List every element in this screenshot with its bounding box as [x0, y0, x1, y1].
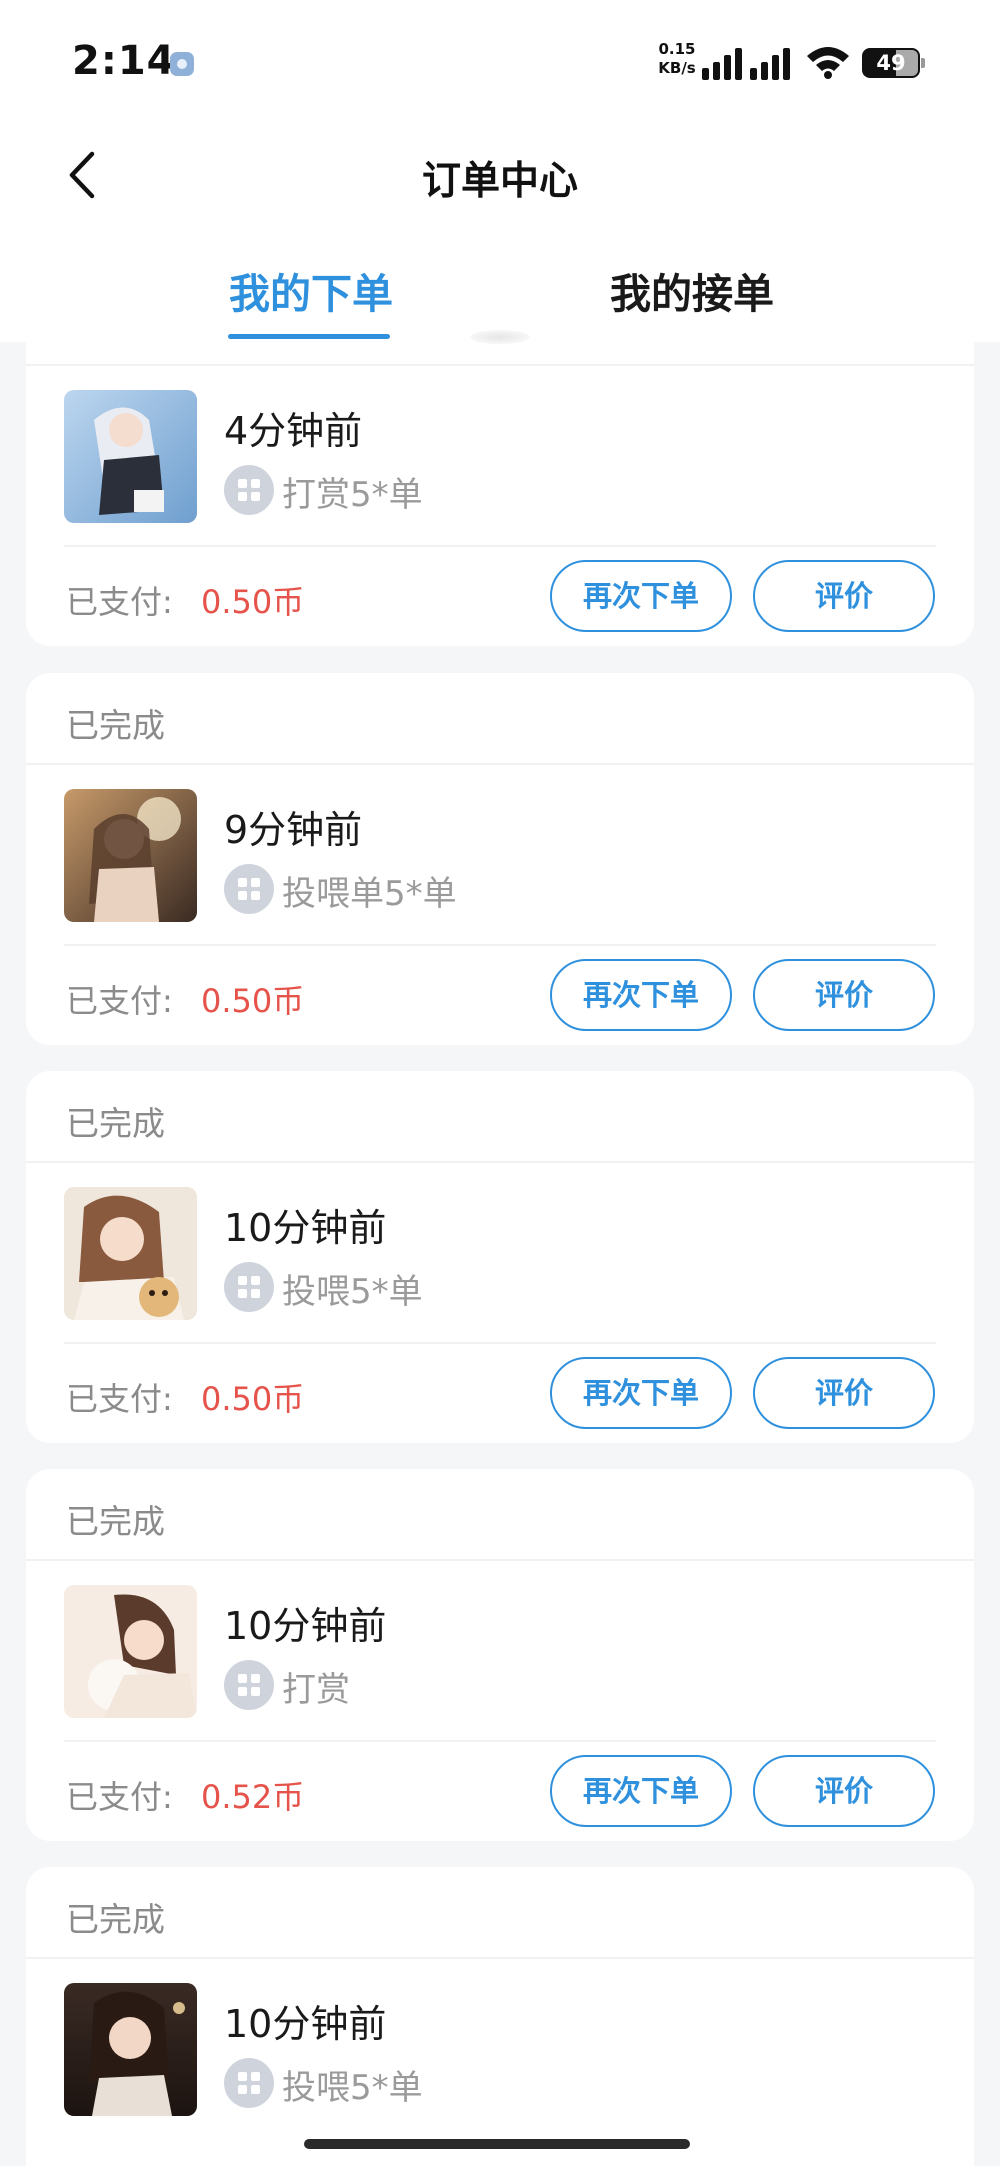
order-card[interactable]: 已完成 10分钟前 打赏 已支付: 0.52币 再次下单 评价: [26, 1469, 974, 1841]
paid-amount: 0.50币: [201, 982, 305, 1020]
divider: [26, 364, 974, 366]
reorder-button[interactable]: 再次下单: [550, 1357, 732, 1429]
service-name: 打赏: [282, 1670, 350, 1710]
order-status: 已完成: [66, 1104, 165, 1143]
order-time: 10分钟前: [224, 1604, 387, 1648]
net-speed-unit: KB/s: [658, 59, 696, 77]
order-time: 4分钟前: [224, 409, 363, 453]
order-status: 已完成: [66, 706, 165, 745]
header: 2:14 0.15 KB/s 49 订单中心 我的下单 我的接单: [0, 0, 1000, 344]
review-button[interactable]: 评价: [753, 560, 935, 632]
net-speed: 0.15 KB/s: [655, 40, 699, 78]
review-button[interactable]: 评价: [753, 1755, 935, 1827]
order-status: 已完成: [66, 1502, 165, 1541]
order-card[interactable]: 已完成 10分钟前 投喂5*单 已支付: 0.50币 再次下单 评价: [26, 1071, 974, 1443]
signal-icon: [702, 46, 742, 80]
service-name: 投喂单5*单: [282, 874, 457, 914]
tab-my-orders[interactable]: 我的下单: [229, 260, 393, 320]
service-name: 投喂5*单: [282, 1272, 423, 1312]
home-indicator[interactable]: [304, 2139, 690, 2149]
order-status: 已完成: [66, 1900, 165, 1939]
battery-level: 49: [876, 51, 906, 75]
active-tab-indicator: [228, 334, 390, 339]
tab-shadow: [470, 330, 530, 344]
review-button[interactable]: 评价: [753, 1357, 935, 1429]
signal-icon: [750, 46, 790, 80]
divider: [64, 1342, 936, 1344]
avatar[interactable]: [64, 390, 197, 523]
notification-icon: [170, 52, 194, 76]
order-time: 10分钟前: [224, 2002, 387, 2046]
battery-cap: [921, 58, 925, 68]
avatar[interactable]: [64, 1983, 197, 2116]
divider: [26, 1559, 974, 1561]
reorder-button[interactable]: 再次下单: [550, 560, 732, 632]
status-bar: 2:14 0.15 KB/s 49: [0, 0, 1000, 120]
reorder-button[interactable]: 再次下单: [550, 959, 732, 1031]
grid-icon: [224, 864, 274, 914]
order-time: 10分钟前: [224, 1206, 387, 1250]
paid-amount: 0.50币: [201, 583, 305, 621]
grid-icon: [224, 2058, 274, 2108]
net-speed-value: 0.15: [658, 40, 696, 58]
avatar[interactable]: [64, 789, 197, 922]
paid-label: 已支付:: [66, 1380, 173, 1418]
divider: [26, 763, 974, 765]
avatar[interactable]: [64, 1585, 197, 1718]
status-time: 2:14: [72, 38, 176, 84]
order-card[interactable]: 已完成 9分钟前 投喂单5*单 已支付: 0.50币 再次下单 评价: [26, 673, 974, 1045]
battery-icon: 49: [862, 48, 920, 78]
paid-label: 已支付:: [66, 982, 173, 1020]
grid-icon: [224, 1262, 274, 1312]
review-button[interactable]: 评价: [753, 959, 935, 1031]
divider: [64, 1740, 936, 1742]
service-name: 投喂5*单: [282, 2068, 423, 2108]
avatar[interactable]: [64, 1187, 197, 1320]
order-time: 9分钟前: [224, 808, 363, 852]
paid-amount: 0.50币: [201, 1380, 305, 1418]
order-card[interactable]: 已完成 10分钟前 投喂5*单: [26, 1867, 974, 2166]
paid-amount: 0.52币: [201, 1778, 305, 1816]
paid-label: 已支付:: [66, 1778, 173, 1816]
divider: [26, 1957, 974, 1959]
divider: [64, 545, 936, 547]
page-title: 订单中心: [421, 159, 578, 204]
wifi-icon: [805, 44, 851, 84]
grid-icon: [224, 465, 274, 515]
service-name: 打赏5*单: [282, 475, 423, 515]
divider: [26, 1161, 974, 1163]
grid-icon: [224, 1660, 274, 1710]
reorder-button[interactable]: 再次下单: [550, 1755, 732, 1827]
divider: [64, 944, 936, 946]
tab-accepted-orders[interactable]: 我的接单: [610, 260, 774, 320]
paid-label: 已支付:: [66, 583, 173, 621]
